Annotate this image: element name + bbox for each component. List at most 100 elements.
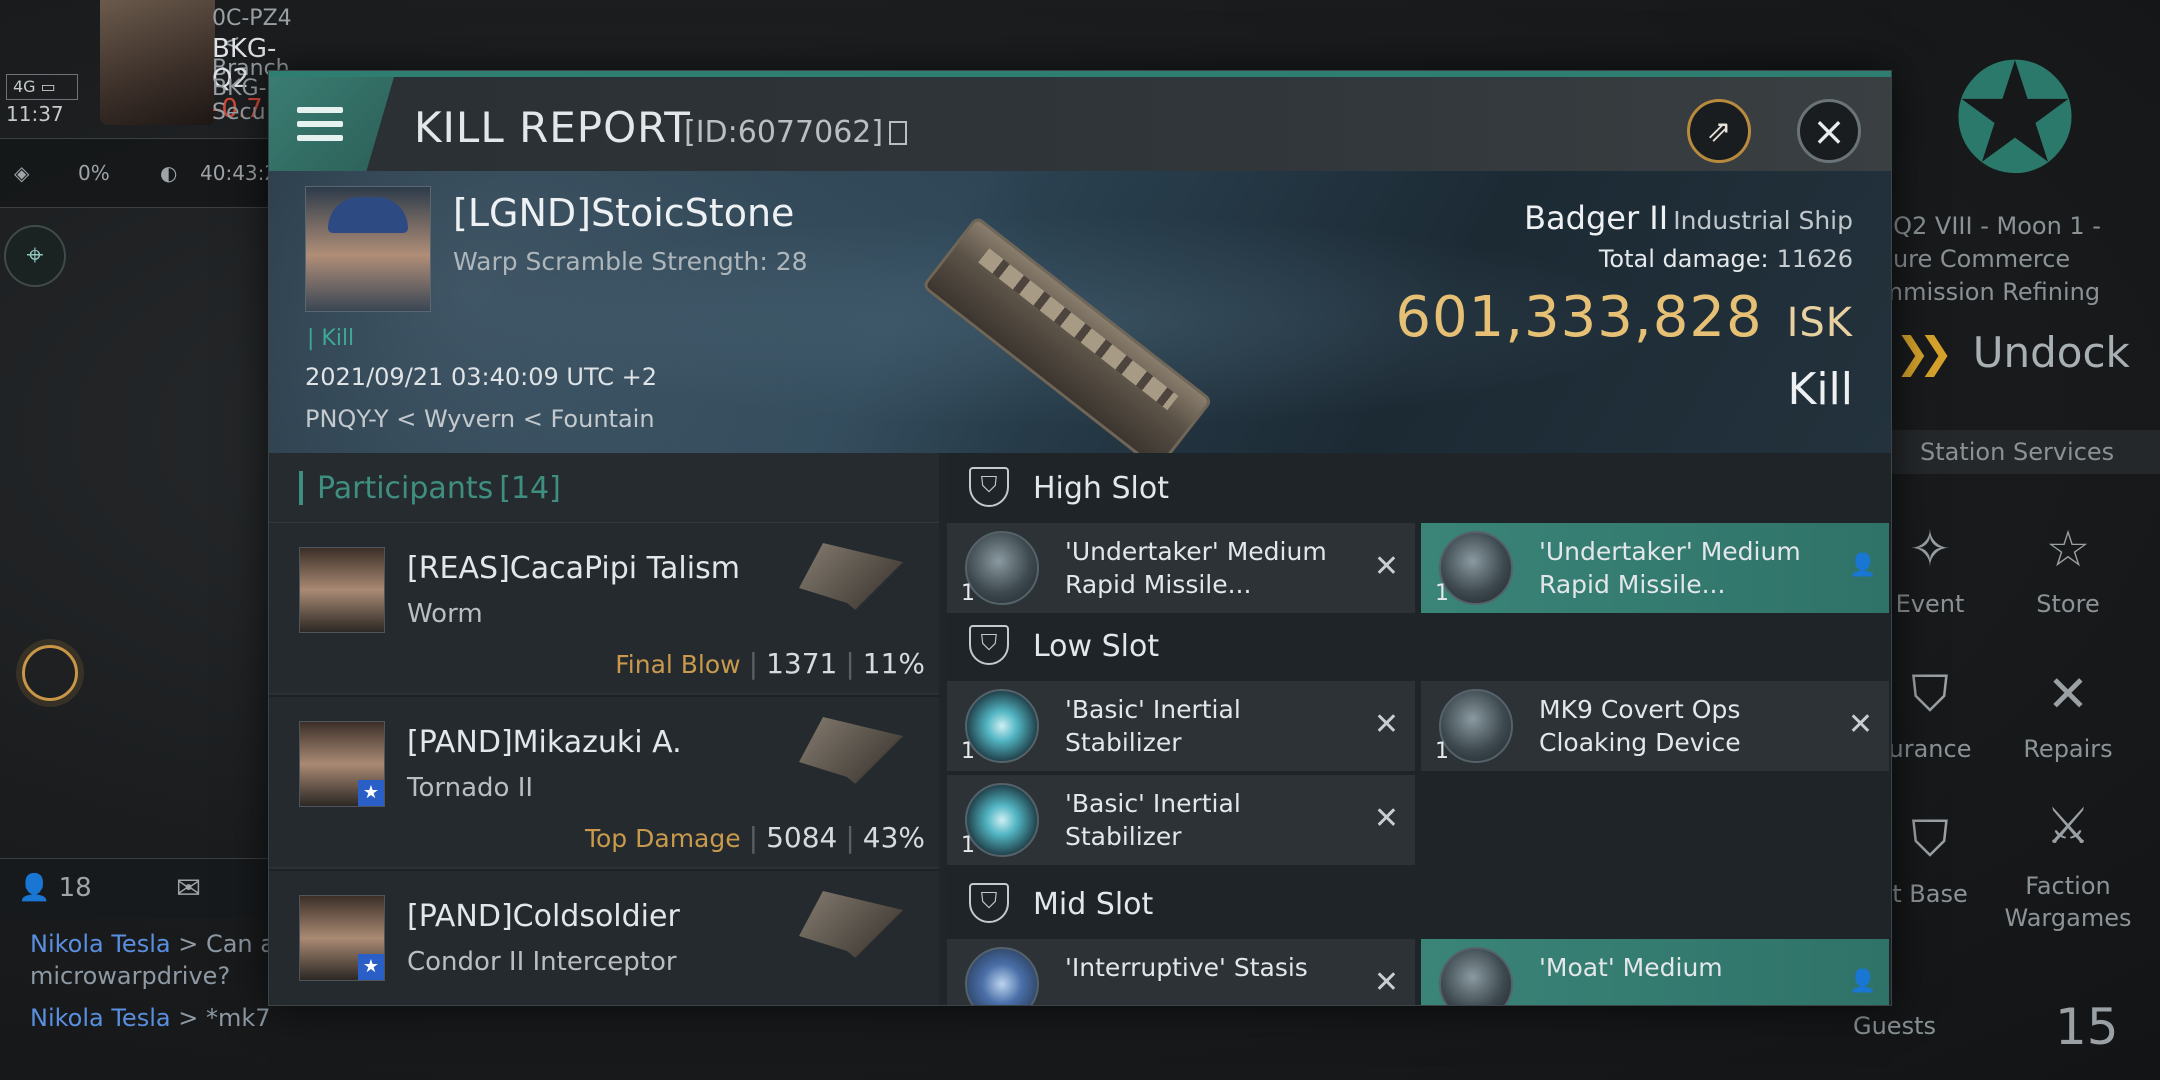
module-item[interactable]: 1 'Basic' Inertial Stabilizer ✕ xyxy=(947,775,1415,865)
player-avatar[interactable] xyxy=(100,0,215,125)
destroyed-icon: ✕ xyxy=(1373,707,1399,742)
module-icon xyxy=(965,689,1039,763)
slot-row: 1 'Undertaker' Medium Rapid Missile... ✕… xyxy=(947,523,1891,617)
module-name: 'Undertaker' Medium Rapid Missile... xyxy=(1065,537,1327,599)
location-pin-icon[interactable]: ⌖ xyxy=(4,225,66,287)
copy-icon[interactable] xyxy=(889,121,908,145)
module-icon xyxy=(965,947,1039,1005)
victim-name[interactable]: [LGND]StoicStone xyxy=(453,191,794,235)
planet-timer: 40:43:2 xyxy=(200,161,278,185)
faction-wargames-button[interactable]: ⚔ Faction Wargames xyxy=(1993,797,2143,934)
chat-bar[interactable]: 👤 18 ✉ xyxy=(0,858,300,918)
store-icon: ☆ xyxy=(2045,520,2091,578)
cargo-percent: 0% xyxy=(78,161,110,185)
planet-icon[interactable]: ◐ xyxy=(160,161,177,185)
participant-row[interactable]: ★ [PAND]Coldsoldier Condor II Intercepto… xyxy=(269,871,939,1005)
module-item[interactable]: 1 'Undertaker' Medium Rapid Missile... ✕ xyxy=(947,523,1415,613)
slot-row: 1 'Basic' Inertial Stabilizer ✕ 1 MK9 Co… xyxy=(947,681,1891,775)
kill-location[interactable]: PNQY-Y < Wyvern < Fountain xyxy=(305,405,655,433)
online-count: 👤 18 xyxy=(18,873,92,903)
destroyed-icon: ✕ xyxy=(1847,707,1873,742)
clock: 11:37 xyxy=(6,102,64,126)
station-services-header: Station Services xyxy=(1845,430,2160,474)
module-item[interactable]: 'Interruptive' Stasis ✕ xyxy=(947,939,1415,1005)
mid-slot-icon: ⛉ xyxy=(969,883,1009,923)
dropped-person-icon: 👤 xyxy=(1849,553,1877,578)
chat-message[interactable]: Nikola Tesla > Can a xyxy=(30,930,275,958)
chat-message[interactable]: microwarpdrive? xyxy=(30,962,230,990)
high-slot-icon: ⛉ xyxy=(969,467,1009,507)
star-icon: ★ xyxy=(358,780,384,806)
module-icon xyxy=(1439,947,1513,1005)
module-name: MK9 Covert Ops Cloaking Device xyxy=(1539,695,1741,757)
loss-details: Badger II Industrial Ship Total damage: 1… xyxy=(1395,199,1853,415)
hamburger-icon xyxy=(297,107,343,113)
sub-line-2: Secu xyxy=(212,100,266,125)
close-button[interactable]: × xyxy=(1797,99,1861,163)
crossed-flags-icon: ⚔ xyxy=(2045,797,2091,855)
station-name: G-Q2 VIII - Moon 1 - ecure Commerce ommi… xyxy=(1865,212,2101,306)
target-ring-icon[interactable] xyxy=(22,645,78,701)
module-item[interactable]: 1 'Basic' Inertial Stabilizer ✕ xyxy=(947,681,1415,771)
undock-button[interactable]: ❯❯ Undock xyxy=(1895,328,2130,377)
module-icon xyxy=(1439,531,1513,605)
share-button[interactable]: ⇗ xyxy=(1687,99,1751,163)
participant-stats: Final Blow | 1371 | 11% xyxy=(615,647,925,680)
ship-name[interactable]: Badger II xyxy=(1524,199,1668,237)
report-id[interactable]: [ID:6077062] xyxy=(684,115,908,150)
participant-ship-image xyxy=(799,543,907,633)
destroyed-icon: ✕ xyxy=(1373,965,1399,1000)
participants-header: Participants [14] xyxy=(269,453,939,523)
destroyed-icon: ✕ xyxy=(1373,549,1399,584)
participant-ship: Condor II Interceptor xyxy=(407,947,677,977)
module-icon xyxy=(965,531,1039,605)
chat-message[interactable]: Nikola Tesla > *mk7 xyxy=(30,1004,271,1032)
menu-button[interactable] xyxy=(269,77,394,171)
module-name: 'Interruptive' Stasis xyxy=(1065,953,1308,982)
cargo-icon[interactable]: ◈ xyxy=(14,161,29,185)
participant-name: [PAND]Coldsoldier xyxy=(407,899,680,934)
module-name: 'Undertaker' Medium Rapid Missile... xyxy=(1539,537,1801,599)
participant-row[interactable]: ★ [PAND]Mikazuki A. Tornado II Top Damag… xyxy=(269,697,939,869)
mail-icon[interactable]: ✉ xyxy=(176,871,201,906)
participant-name: [REAS]CacaPipi Talism xyxy=(407,551,740,586)
faction-emblem-icon: ✪ xyxy=(1952,33,2078,207)
sub-line-1: BKG- xyxy=(212,76,267,101)
participant-stats: Top Damage | 5084 | 43% xyxy=(584,821,925,854)
participant-ship: Tornado II xyxy=(407,773,534,803)
kill-tag: | Kill xyxy=(307,326,355,351)
module-item[interactable]: 1 'Undertaker' Medium Rapid Missile... 👤 xyxy=(1421,523,1889,613)
kill-report-header: KILL REPORT [ID:6077062] ⇗ × xyxy=(269,71,1891,171)
total-damage: Total damage: 11626 xyxy=(1598,245,1853,273)
victim-summary: [LGND]StoicStone Warp Scramble Strength:… xyxy=(269,171,1891,472)
warp-scramble-strength: Warp Scramble Strength: 28 xyxy=(453,247,808,276)
resource-row: ◈ 0% ◐ 40:43:2 xyxy=(0,138,300,208)
kill-report-panel: KILL REPORT [ID:6077062] ⇗ × [LGND]Stoic… xyxy=(268,70,1892,1006)
participant-ship-image xyxy=(799,891,907,981)
repairs-button[interactable]: ✕ Repairs xyxy=(1993,665,2143,763)
module-item[interactable]: 'Moat' Medium 👤 xyxy=(1421,939,1889,1005)
module-item[interactable]: 1 MK9 Covert Ops Cloaking Device ✕ xyxy=(1421,681,1889,771)
low-slot-header: ⛉ Low Slot xyxy=(947,611,1891,681)
low-slot-icon: ⛉ xyxy=(969,625,1009,665)
fitting-list: ⛉ High Slot 1 'Undertaker' Medium Rapid M… xyxy=(947,453,1891,1005)
slot-row: 'Interruptive' Stasis ✕ 'Moat' Medium 👤 xyxy=(947,939,1891,1005)
kill-result: Kill xyxy=(1787,364,1853,415)
chevron-right-icon: ❯❯ xyxy=(1895,328,1953,377)
slot-row: 1 'Basic' Inertial Stabilizer ✕ xyxy=(947,775,1891,869)
store-button[interactable]: ☆ Store xyxy=(1993,520,2143,618)
star-icon: ★ xyxy=(358,954,384,980)
module-name: 'Basic' Inertial Stabilizer xyxy=(1065,695,1241,757)
ship-image xyxy=(921,215,1214,472)
close-icon: × xyxy=(1812,109,1846,155)
dropped-person-icon: 👤 xyxy=(1849,969,1877,994)
victim-avatar[interactable] xyxy=(305,186,431,312)
mid-slot-header: ⛉ Mid Slot xyxy=(947,869,1891,939)
module-icon xyxy=(965,783,1039,857)
high-slot-header: ⛉ High Slot xyxy=(947,453,1891,523)
participant-avatar: ★ xyxy=(299,895,385,981)
participant-row[interactable]: [REAS]CacaPipi Talism Worm Final Blow | 13… xyxy=(269,523,939,695)
module-icon xyxy=(1439,689,1513,763)
previous-system-label: 0C-PZ4 xyxy=(212,6,292,31)
participant-ship: Worm xyxy=(407,599,483,629)
